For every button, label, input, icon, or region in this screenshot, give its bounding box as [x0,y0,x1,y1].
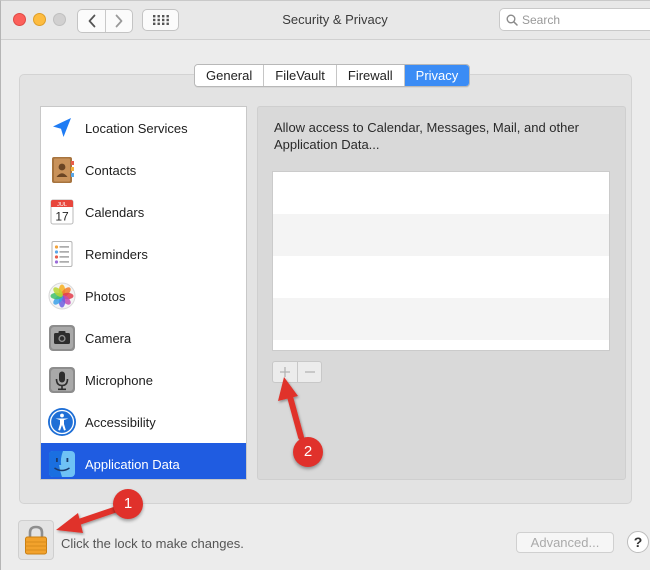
calendar-icon: JUL 17 [47,197,77,227]
sidebar-item-label: Location Services [85,120,188,136]
sidebar-item-calendars[interactable]: JUL 17 Calendars [41,191,246,233]
back-button[interactable] [78,10,105,32]
chevron-right-icon [115,14,123,28]
tab-firewall[interactable]: Firewall [335,65,404,86]
sidebar-item-label: Camera [85,330,132,346]
sidebar-item-label: Application Data [85,456,180,472]
location-arrow-icon [47,113,77,143]
plus-icon [280,367,290,377]
advanced-button[interactable]: Advanced... [516,532,614,553]
sidebar-item-contacts[interactable]: Contacts [41,149,246,191]
tab-filevault[interactable]: FileVault [263,65,336,86]
search-input[interactable] [522,11,642,28]
list-item[interactable] [273,298,609,340]
calendar-day-text: 17 [55,210,69,224]
forward-button[interactable] [105,10,132,32]
tab-general[interactable]: General [195,65,264,86]
photos-flower-icon [47,281,77,311]
sidebar-item-microphone[interactable]: Microphone [41,359,246,401]
show-all-button[interactable] [142,9,179,31]
tab-bar: General FileVault Firewall Privacy [194,64,471,87]
add-remove-buttons [272,361,322,383]
access-description: Allow access to Calendar, Messages, Mail… [274,120,579,152]
lock-message: Click the lock to make changes. [61,536,244,551]
list-item[interactable] [273,256,609,298]
search-field[interactable] [499,8,650,31]
sidebar-item-label: Calendars [85,204,145,220]
list-item[interactable] [273,214,609,256]
search-icon [506,14,518,26]
add-app-button[interactable] [273,362,297,382]
sidebar-item-camera[interactable]: Camera [41,317,246,359]
sidebar-item-label: Microphone [85,372,153,388]
annotation-badge-2: 2 [293,437,323,467]
sidebar-item-label: Contacts [85,162,137,178]
sidebar-item-application-data[interactable]: Application Data [41,443,246,479]
minus-icon [304,371,315,373]
reminders-list-icon [47,239,77,269]
sidebar-item-reminders[interactable]: Reminders [41,233,246,275]
microphone-icon [47,365,77,395]
window-title: Security & Privacy [282,12,388,27]
close-window-button[interactable] [13,13,26,26]
tab-privacy[interactable]: Privacy [403,65,470,86]
app-access-list[interactable] [272,171,610,351]
zoom-window-button[interactable] [53,13,66,26]
sidebar-item-label: Accessibility [85,414,156,430]
remove-app-button[interactable] [297,362,321,382]
finder-icon [47,449,77,479]
title-bar: Security & Privacy [1,1,650,40]
contacts-book-icon [47,155,77,185]
grid-icon [152,15,169,25]
padlock-icon [25,525,47,555]
preferences-window: Security & Privacy General FileVault Fir… [0,0,650,570]
annotation-badge-1: 1 [113,489,143,519]
sidebar-item-label: Reminders [85,246,148,262]
privacy-category-list: Location Services Contacts JUL 17 Calend… [40,106,247,480]
chevron-left-icon [88,14,95,28]
sidebar-item-label: Photos [85,288,126,304]
navigation-buttons [77,9,133,33]
camera-icon [47,323,77,353]
sidebar-item-location-services[interactable]: Location Services [41,107,246,149]
minimize-window-button[interactable] [33,13,46,26]
sidebar-item-photos[interactable]: Photos [41,275,246,317]
calendar-month-text: JUL [57,202,67,208]
list-item[interactable] [273,172,609,214]
lock-button[interactable] [18,520,54,560]
sidebar-item-accessibility[interactable]: Accessibility [41,401,246,443]
help-button[interactable]: ? [627,531,649,553]
accessibility-icon [47,407,77,437]
